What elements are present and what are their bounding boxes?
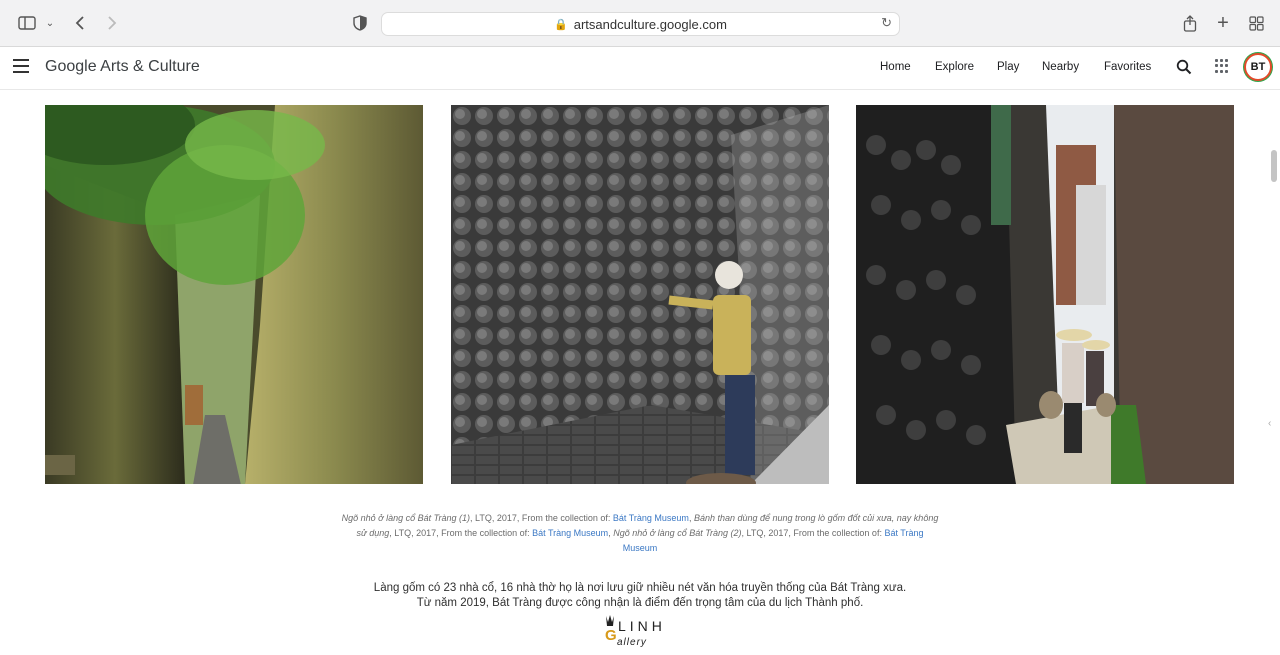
caption-meta-3: , LTQ, 2017, From the collection of: [741, 528, 885, 538]
linh-gallery-logo: G LINH allery [602, 614, 682, 648]
story-line-2: Từ năm 2019, Bát Tràng được công nhận là… [416, 597, 864, 609]
logo-word-2: allery [617, 637, 647, 648]
nav-home[interactable]: Home [880, 61, 911, 73]
address-bar[interactable]: 🔒 artsandculture.google.com ↻ [381, 12, 900, 36]
new-tab-icon[interactable]: + [1214, 11, 1232, 35]
nav-explore[interactable]: Explore [935, 61, 974, 73]
nav-play[interactable]: Play [997, 61, 1019, 73]
nav-favorites[interactable]: Favorites [1104, 61, 1151, 73]
apps-grid-icon[interactable] [1215, 59, 1229, 73]
url-text: artsandculture.google.com [573, 16, 727, 32]
tab-overview-icon[interactable] [1247, 11, 1265, 35]
sidebar-toggle-icon[interactable] [17, 11, 37, 35]
avatar[interactable]: BT [1244, 53, 1272, 81]
photo-alley-1[interactable] [45, 105, 423, 484]
chevron-down-icon[interactable]: ⌄ [44, 11, 56, 35]
photo-alley-2[interactable] [856, 105, 1234, 484]
back-arrow-icon[interactable] [72, 11, 88, 35]
forward-arrow-icon[interactable] [104, 11, 120, 35]
scrollbar-thumb[interactable] [1271, 150, 1277, 182]
share-icon[interactable] [1181, 11, 1199, 35]
story-line-1: Làng gốm có 23 nhà cổ, 16 nhà thờ họ là … [373, 582, 907, 594]
caption-title-3: Ngõ nhỏ ở làng cổ Bát Tràng (2) [613, 528, 742, 538]
logo-word-1: LINH [618, 618, 666, 634]
search-icon[interactable] [1176, 59, 1192, 75]
caption-link-1[interactable]: Bát Tràng Museum [613, 513, 689, 523]
svg-text:G: G [605, 627, 617, 644]
caption-meta-1: , LTQ, 2017, From the collection of: [469, 513, 613, 523]
lock-icon: 🔒 [554, 18, 568, 31]
browser-toolbar: ⌄ 🔒 artsandculture.google.com ↻ + [0, 0, 1280, 47]
photo-coal-wall[interactable] [451, 105, 829, 484]
site-header: Google Arts & Culture Home Explore Play … [0, 47, 1280, 90]
site-logo[interactable]: Google Arts & Culture [45, 58, 200, 76]
hamburger-menu-icon[interactable] [13, 59, 29, 73]
caption-meta-2: , LTQ, 2017, From the collection of: [389, 528, 533, 538]
caption-link-2[interactable]: Bát Tràng Museum [532, 528, 608, 538]
photo-caption: Ngõ nhỏ ở làng cổ Bát Tràng (1), LTQ, 20… [340, 511, 940, 556]
reload-icon[interactable]: ↻ [881, 15, 892, 31]
story-text: Làng gốm có 23 nhà cổ, 16 nhà thờ họ là … [340, 581, 940, 611]
chevron-left-icon[interactable]: ‹ [1268, 418, 1271, 429]
nav-nearby[interactable]: Nearby [1042, 61, 1079, 73]
caption-title-1: Ngõ nhỏ ở làng cổ Bát Tràng (1) [341, 513, 470, 523]
privacy-shield-icon[interactable] [352, 11, 368, 35]
